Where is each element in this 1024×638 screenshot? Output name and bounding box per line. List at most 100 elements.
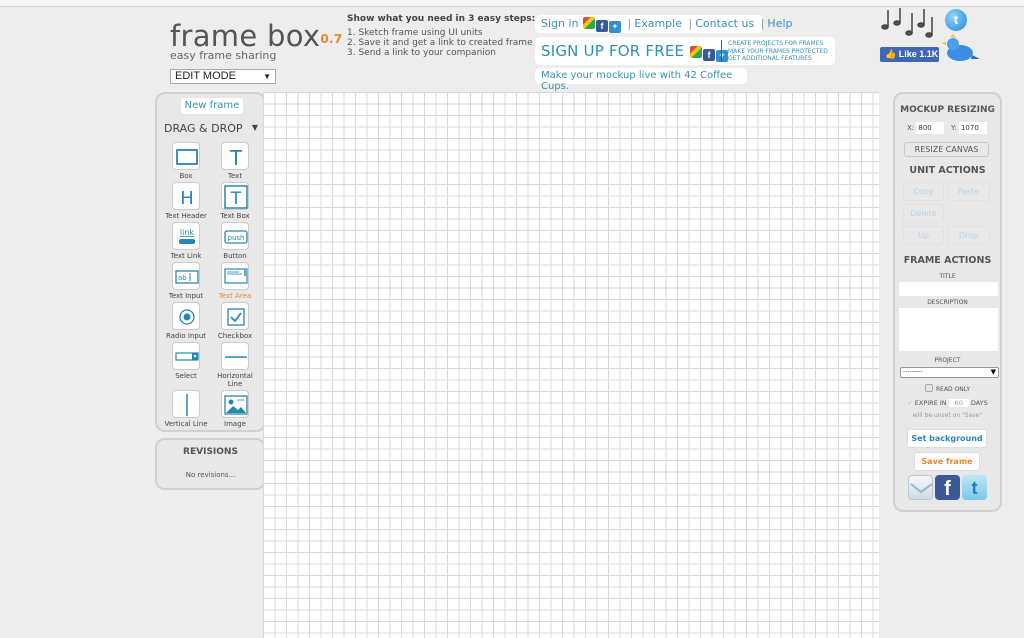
separator: | — [627, 17, 632, 30]
tool-text[interactable]: T Text — [209, 142, 261, 180]
contact-link[interactable]: Contact us — [695, 17, 754, 30]
tool-select[interactable]: Select — [160, 342, 212, 380]
title-label: TITLE — [939, 273, 956, 280]
help-link[interactable]: Help — [767, 17, 792, 30]
image-icon — [221, 390, 249, 418]
set-background-button[interactable]: Set background — [907, 429, 987, 448]
mockup-resizing-title: MOCKUP RESIZING — [900, 105, 995, 115]
text-input-icon: ab — [172, 262, 200, 290]
twitter-icon[interactable]: ✦ — [609, 21, 622, 33]
description-label: DESCRIPTION — [927, 299, 968, 306]
revisions-panel: REVISIONS No revisions... — [155, 438, 266, 490]
drop-button[interactable]: Drop — [947, 226, 990, 245]
logo[interactable]: frame box0.7 easy frame sharing — [170, 20, 343, 62]
revisions-empty-text: No revisions... — [185, 471, 236, 479]
text-box-icon: T — [221, 182, 249, 210]
thumbs-up-icon: 👍 — [885, 49, 897, 59]
divider — [721, 40, 722, 62]
facebook-icon[interactable]: f — [703, 49, 716, 61]
drawing-canvas[interactable] — [263, 92, 879, 638]
logo-version: 0.7 — [320, 32, 343, 46]
svg-text:link: link — [180, 228, 195, 237]
twitter-round-icon[interactable]: t — [945, 9, 967, 31]
vertical-line-icon — [172, 390, 200, 418]
chevron-down-icon[interactable]: ▼ — [252, 123, 258, 132]
signup-features: CREATE PROJECTS FOR FRAMES MAKE YOUR FRA… — [728, 40, 828, 63]
facebook-share-icon[interactable]: f — [935, 475, 960, 500]
email-share-icon[interactable] — [908, 475, 933, 500]
tool-text-link[interactable]: link Text Link — [160, 222, 212, 260]
svg-text:T: T — [229, 146, 243, 170]
expire-days-input[interactable]: 60 — [948, 399, 969, 407]
tool-checkbox[interactable]: Checkbox — [209, 302, 261, 340]
tool-image[interactable]: Image — [209, 390, 261, 428]
tool-text-input[interactable]: ab Text Input — [160, 262, 212, 300]
twitter-share-icon[interactable]: t — [962, 475, 987, 500]
text-icon: T — [221, 142, 249, 170]
tool-text-header[interactable]: H Text Header — [160, 182, 212, 220]
box-icon — [172, 142, 200, 170]
checkbox-icon — [221, 302, 249, 330]
svg-text:push: push — [228, 234, 245, 242]
separator: | — [688, 17, 693, 30]
mode-select[interactable]: EDIT MODE ▼ — [170, 69, 276, 84]
tool-box[interactable]: Box — [160, 142, 212, 180]
google-icon[interactable] — [583, 17, 596, 29]
signup-banner: SIGN UP FOR FREE f ✦ CREATE PROJECTS FOR … — [535, 37, 835, 65]
tool-vertical-line[interactable]: Vertical Line — [160, 390, 212, 428]
feature-item: CREATE PROJECTS FOR FRAMES — [728, 40, 824, 47]
description-textarea[interactable] — [899, 308, 998, 351]
read-only-checkbox[interactable] — [924, 384, 933, 392]
drag-drop-label[interactable]: DRAG & DROP — [164, 122, 243, 135]
save-frame-button[interactable]: Save frame — [914, 452, 980, 471]
horizontal-line-icon — [221, 342, 249, 370]
chevron-down-icon: ▼ — [263, 72, 271, 81]
twitter-icon[interactable]: ✦ — [716, 50, 729, 62]
y-size-field: Y: 1070 — [951, 122, 987, 134]
delete-button[interactable]: Delete — [903, 204, 944, 223]
sign-in-link[interactable]: Sign in — [541, 17, 579, 30]
unit-actions-title: UNIT ACTIONS — [909, 165, 986, 176]
actions-panel: MOCKUP RESIZING X: 800 Y: 1070 RESIZE CA… — [893, 92, 1002, 512]
read-only-row: READ ONLY — [895, 384, 1000, 393]
up-button[interactable]: Up — [903, 226, 944, 245]
frame-actions-title: FRAME ACTIONS — [903, 255, 992, 266]
project-label: PROJECT — [934, 357, 961, 364]
expire-checkbox[interactable]: ✓ — [907, 399, 912, 407]
feature-item: GET ADDITIONAL FEATURES — [728, 55, 812, 62]
copy-button[interactable]: Copy — [903, 182, 944, 201]
tools-panel: New frame DRAG & DROP ▼ Box T Text H Tex… — [155, 92, 266, 432]
facebook-like-button[interactable]: 👍 Like 1.1K — [880, 47, 939, 62]
resize-canvas-button[interactable]: RESIZE CANVAS — [904, 142, 989, 157]
y-size-input[interactable]: 1070 — [958, 122, 987, 134]
step-item: 1. Sketch frame using UI units — [347, 28, 483, 38]
google-icon[interactable] — [690, 46, 703, 58]
mode-select-value: EDIT MODE — [175, 70, 236, 82]
signup-link[interactable]: SIGN UP FOR FREE f ✦ — [541, 42, 729, 62]
tool-button[interactable]: push Button — [209, 222, 261, 260]
expire-note: will be unset on "Save" — [912, 412, 983, 419]
svg-text:ab: ab — [178, 274, 187, 282]
expire-row: ✓ EXPIRE IN 60 DAYS — [907, 399, 988, 407]
project-select[interactable]: --------- ▼ — [900, 367, 999, 378]
logo-title: frame box0.7 — [170, 19, 343, 53]
svg-text:H: H — [180, 188, 194, 209]
new-frame-button[interactable]: New frame — [181, 98, 243, 114]
facebook-icon[interactable]: f — [596, 20, 609, 32]
text-link-icon: link — [172, 222, 200, 250]
tool-radio-input[interactable]: Radio Input — [160, 302, 212, 340]
example-link[interactable]: Example — [634, 17, 682, 30]
button-icon: push — [221, 222, 249, 250]
title-input[interactable] — [899, 282, 998, 296]
tool-horizontal-line[interactable]: Horizontal Line — [209, 342, 261, 388]
x-size-field: X: 800 — [907, 122, 945, 134]
x-size-input[interactable]: 800 — [916, 122, 945, 134]
music-notes-icon — [881, 8, 933, 38]
steps-info: Show what you need in 3 easy steps: 1. S… — [347, 14, 535, 58]
twitter-bird-icon[interactable] — [940, 33, 980, 63]
tool-text-box[interactable]: T Text Box — [209, 182, 261, 220]
separator: | — [760, 17, 765, 30]
paste-button[interactable]: Paste — [947, 182, 990, 201]
tool-text-area[interactable]: Text Area — [209, 262, 261, 300]
coffee-cups-link[interactable]: Make your mockup live with 42 Coffee Cup… — [535, 68, 747, 92]
